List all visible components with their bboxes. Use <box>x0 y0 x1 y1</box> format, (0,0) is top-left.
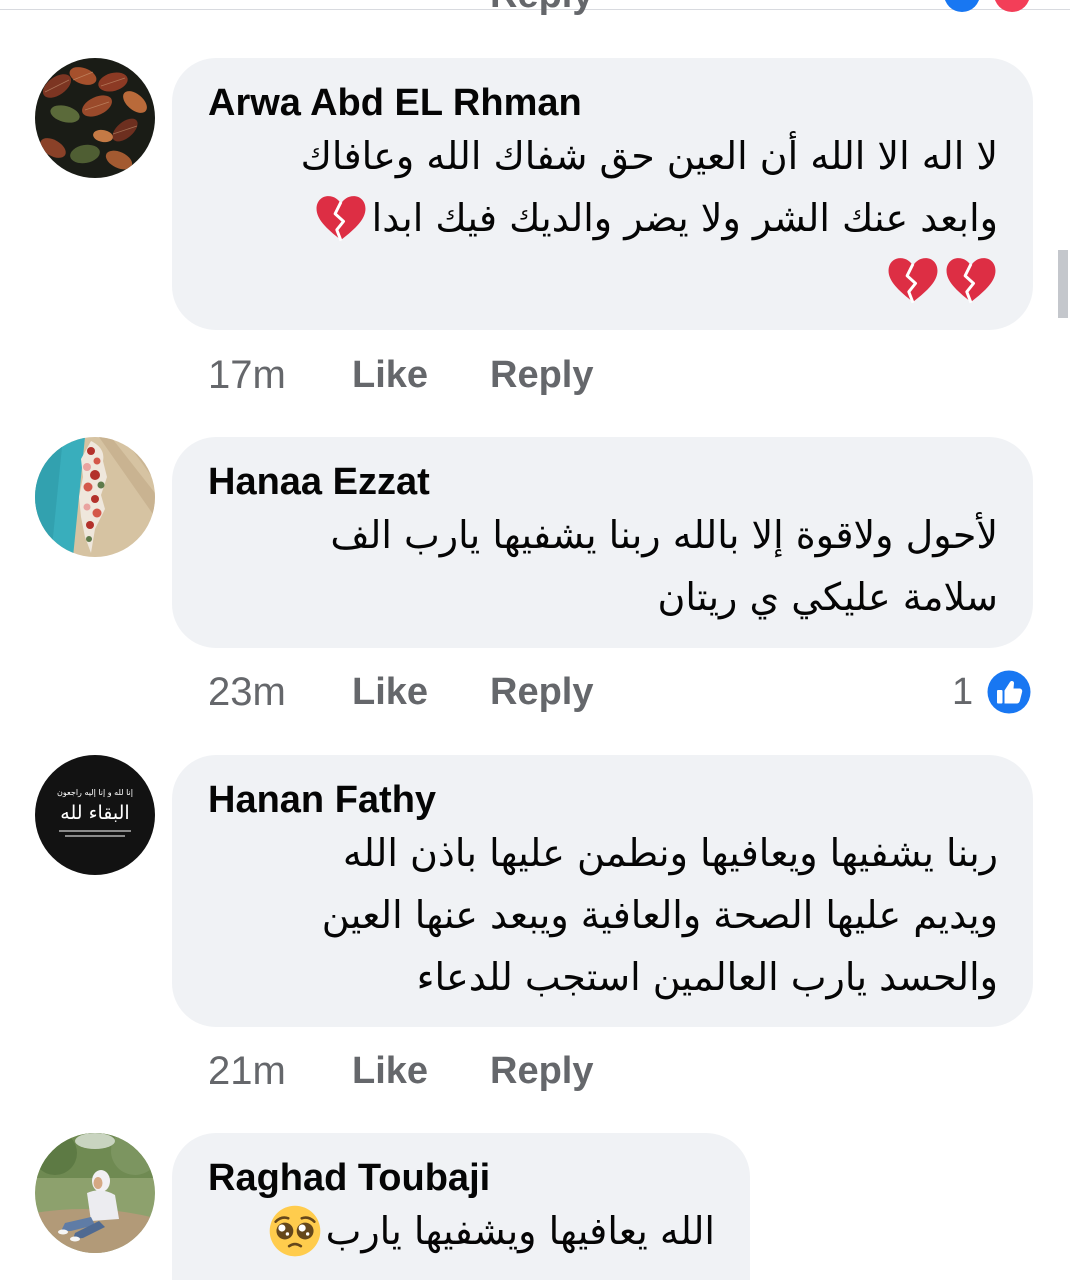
comment-text-segment: لا اله الا الله أن العين حق شفاك الله وع… <box>300 134 998 178</box>
comment-timestamp[interactable]: 17m <box>208 353 286 397</box>
avatar[interactable]: إنا لله و إنا إليه راجعون البقاء لله <box>35 755 155 875</box>
previous-reply-button[interactable]: Reply <box>490 0 593 17</box>
avatar[interactable] <box>35 437 155 557</box>
comment-author[interactable]: Hanaa Ezzat <box>208 460 430 504</box>
comment-text: ربنا يشفيها ويعافيها ونطمن عليها باذن ال… <box>322 822 998 1008</box>
comment-bubble: Hanaa Ezzat لأحول ولاقوة إلا بالله ربنا … <box>172 437 1033 648</box>
avatar-image <box>35 58 155 178</box>
comment-text-line: وابعد عنك الشر ولا يضر والديك فيك ابدا <box>301 187 998 249</box>
reply-button[interactable]: Reply <box>490 1049 593 1093</box>
like-button[interactable]: Like <box>352 670 428 714</box>
like-button[interactable]: Like <box>352 353 428 397</box>
pleading-face-icon <box>268 1204 322 1258</box>
comment-author[interactable]: Raghad Toubaji <box>208 1156 490 1200</box>
comment-text-segment: ربنا يشفيها ويعافيها ونطمن عليها باذن ال… <box>342 831 998 875</box>
scrollbar-thumb[interactable] <box>1058 250 1068 318</box>
avatar-image: إنا لله و إنا إليه راجعون البقاء لله <box>35 755 155 875</box>
comment-text-segment: وابعد عنك الشر ولا يضر والديك فيك ابدا <box>371 196 998 240</box>
broken-heart-icon <box>944 253 998 307</box>
comment-text-segment: ويديم عليها الصحة والعافية ويبعد عنها ال… <box>321 893 998 937</box>
previous-comment-actions-partial: Reply <box>0 0 1070 20</box>
comment-text-line: سلامة عليكي ي ريتان <box>330 566 998 628</box>
like-reaction-icon <box>944 0 980 12</box>
reaction-count[interactable]: 1 <box>952 670 973 714</box>
comment-text-line: ربنا يشفيها ويعافيها ونطمن عليها باذن ال… <box>322 822 998 884</box>
comment-text: لا اله الا الله أن العين حق شفاك الله وع… <box>301 125 998 311</box>
reply-button[interactable]: Reply <box>490 353 593 397</box>
comment-text-segment: سلامة عليكي ي ريتان <box>657 575 998 619</box>
comment-bubble: Raghad Toubaji الله يعافيها ويشفيها يارب <box>172 1133 750 1280</box>
comment-text: الله يعافيها ويشفيها يارب <box>268 1200 715 1262</box>
avatar-image <box>35 1133 155 1253</box>
like-icon[interactable] <box>984 667 1034 717</box>
comment-text-line: ويديم عليها الصحة والعافية ويبعد عنها ال… <box>322 884 998 946</box>
comment-author[interactable]: Arwa Abd EL Rhman <box>208 81 582 125</box>
comment-author[interactable]: Hanan Fathy <box>208 778 436 822</box>
comment-text: لأحول ولاقوة إلا بالله ربنا يشفيها يارب … <box>330 504 998 628</box>
comment-actions: 17m Like Reply <box>208 353 1034 397</box>
comment-bubble: Arwa Abd EL Rhman لا اله الا الله أن الع… <box>172 58 1033 330</box>
avatar-subcaption: إنا لله و إنا إليه راجعون <box>57 788 133 798</box>
reply-button[interactable]: Reply <box>490 670 593 714</box>
comment-text-segment: لأحول ولاقوة إلا بالله ربنا يشفيها يارب … <box>330 513 998 557</box>
comment-bubble: Hanan Fathy ربنا يشفيها ويعافيها ونطمن ع… <box>172 755 1033 1027</box>
avatar-image <box>35 437 155 557</box>
avatar[interactable] <box>35 58 155 178</box>
love-reaction-icon <box>994 0 1030 12</box>
comment-text-line <box>301 249 998 311</box>
comment-text-line: لأحول ولاقوة إلا بالله ربنا يشفيها يارب … <box>330 504 998 566</box>
avatar-caption: البقاء لله <box>60 802 129 824</box>
comment-actions: 23m Like Reply 1 <box>208 670 1034 714</box>
broken-heart-icon <box>314 191 368 245</box>
comment-timestamp[interactable]: 23m <box>208 670 286 714</box>
broken-heart-icon <box>886 253 940 307</box>
like-button[interactable]: Like <box>352 1049 428 1093</box>
avatar[interactable] <box>35 1133 155 1253</box>
comment-text-segment: والحسد يارب العالمين استجب للدعاء <box>416 955 998 999</box>
comment-text-segment: الله يعافيها ويشفيها يارب <box>325 1209 715 1253</box>
comment-timestamp[interactable]: 21m <box>208 1049 286 1093</box>
comment-actions: 21m Like Reply <box>208 1049 1034 1093</box>
comment-text-line: لا اله الا الله أن العين حق شفاك الله وع… <box>301 125 998 187</box>
comment-text-line: الله يعافيها ويشفيها يارب <box>268 1200 715 1262</box>
comment-text-line: والحسد يارب العالمين استجب للدعاء <box>322 946 998 1008</box>
